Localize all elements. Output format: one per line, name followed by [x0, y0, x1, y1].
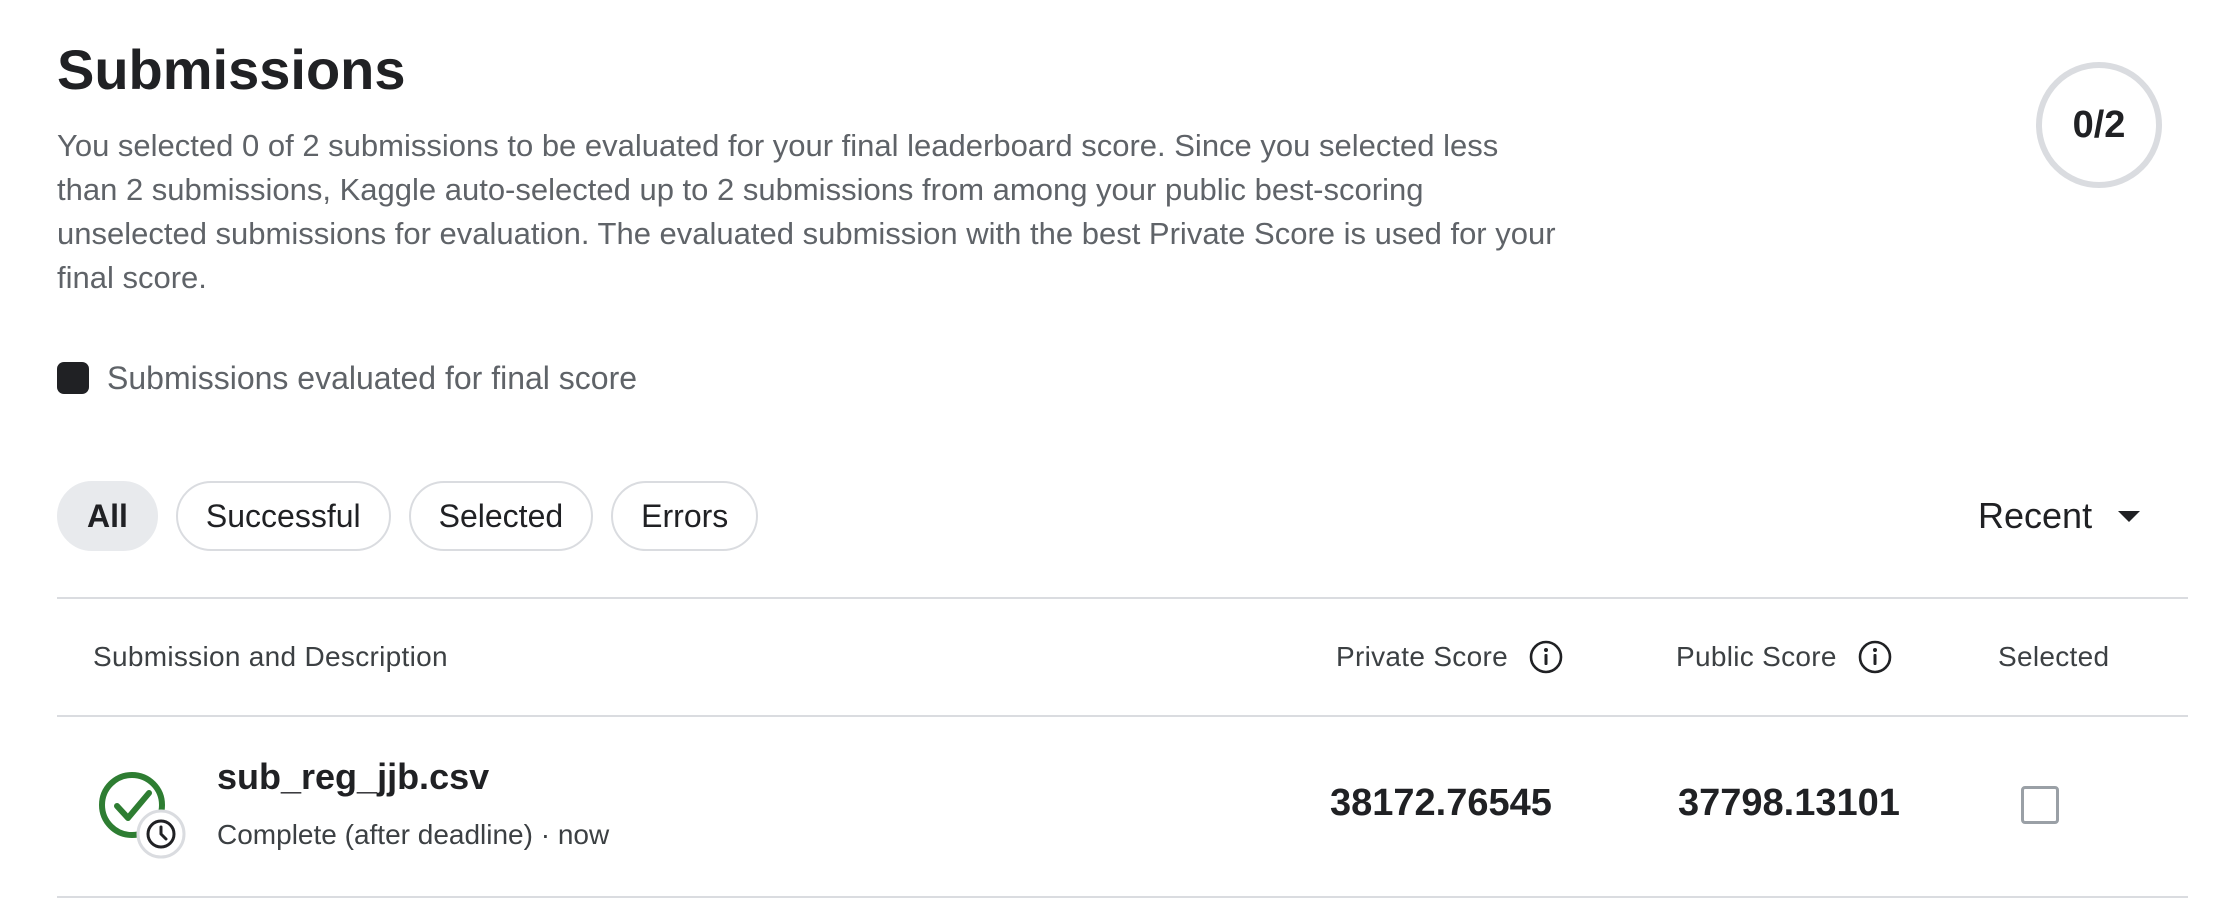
filter-chip-successful[interactable]: Successful: [175, 481, 391, 551]
filter-chip-errors[interactable]: Errors: [611, 481, 759, 551]
check-circle-icon: [99, 772, 186, 859]
column-header-submission-label: Submission and Description: [93, 641, 448, 672]
selected-checkbox[interactable]: [2021, 786, 2059, 824]
sort-dropdown[interactable]: Recent: [1978, 486, 2141, 546]
sort-label: Recent: [1978, 495, 2093, 536]
column-header-public-score: Public Score: [1676, 635, 1893, 679]
column-header-selected: Selected: [1998, 635, 2109, 679]
legend-swatch: [57, 362, 89, 394]
column-header-private-score: Private Score: [1336, 635, 1564, 679]
clock-icon: [136, 809, 186, 859]
column-header-public-score-label: Public Score: [1676, 641, 1837, 672]
page-title: Submissions: [57, 38, 406, 101]
filter-chip-all[interactable]: All: [57, 481, 158, 551]
table-row-divider: [57, 896, 2188, 898]
table-header-divider: [57, 715, 2188, 717]
private-score-value: 38172.76545: [1330, 782, 1552, 824]
table-top-divider: [57, 597, 2188, 599]
selection-counter: 0/2: [2036, 62, 2162, 188]
column-header-submission: Submission and Description: [93, 635, 448, 679]
info-icon[interactable]: [1857, 639, 1893, 675]
submission-status: Complete (after deadline) · now: [217, 819, 610, 850]
column-header-selected-label: Selected: [1998, 641, 2110, 672]
legend-label: Submissions evaluated for final score: [107, 359, 638, 396]
info-icon[interactable]: [1528, 639, 1564, 675]
column-header-private-score-label: Private Score: [1336, 641, 1508, 672]
filter-chips: All Successful Selected Errors: [57, 481, 759, 551]
caret-down-icon: [2118, 510, 2141, 522]
legend: Submissions evaluated for final score: [57, 358, 637, 398]
public-score-value: 37798.13101: [1678, 782, 1900, 824]
page-description: You selected 0 of 2 submissions to be ev…: [57, 128, 1556, 295]
filter-chip-selected[interactable]: Selected: [408, 481, 594, 551]
submission-file-name[interactable]: sub_reg_jjb.csv: [217, 756, 489, 798]
